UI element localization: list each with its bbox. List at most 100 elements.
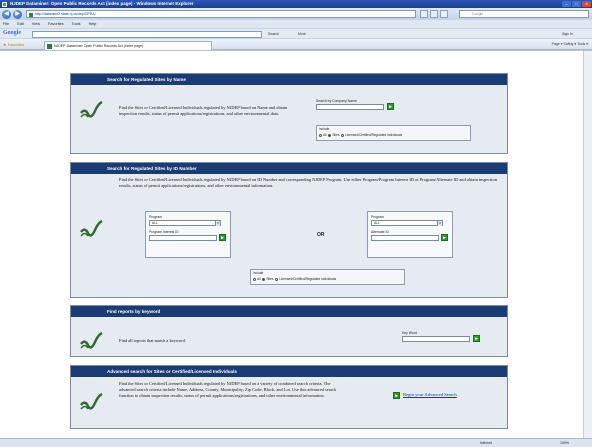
browser-tab[interactable]: NJDEP-Dataminer Open Public Records Act … — [44, 41, 212, 50]
close-button[interactable]: × — [582, 1, 591, 7]
google-toolbar: Google Search More Sign In — [0, 28, 592, 38]
program-label: Program — [371, 215, 385, 219]
section-body: Find all reports that match a keyword. K… — [71, 317, 507, 356]
include-label: Include — [319, 127, 330, 131]
keyword-section: Find reports by keyword Find all reports… — [70, 305, 508, 357]
company-name-input[interactable] — [316, 104, 384, 110]
vertical-scrollbar[interactable] — [583, 51, 592, 438]
zoom-level[interactable]: 100% — [560, 439, 569, 447]
window-title-bar: NJDEP Dataminer: Open Public Records Act… — [0, 0, 592, 8]
program-label: Program — [149, 215, 163, 219]
menu-tools[interactable]: Tools — [72, 22, 81, 26]
menu-file[interactable]: File — [3, 22, 9, 26]
maximize-button[interactable]: □ — [572, 1, 581, 7]
google-more-button[interactable]: More — [298, 31, 306, 38]
section-header: Advanced search for Sites or Certified/L… — [71, 366, 507, 377]
alternate-id-label: Alternate ID — [371, 230, 389, 234]
include-filter-box: Include All Sites Licensed/Certified/Reg… — [316, 125, 471, 141]
program-interest-panel: Program ALL ▾ Program Interest ID ▸ — [145, 211, 231, 258]
tab-favicon-icon — [47, 44, 52, 49]
include-sites-radio[interactable] — [328, 133, 332, 137]
include-options: All Sites Licensed/Certified/Regulated I… — [319, 133, 402, 137]
program-select[interactable]: ALL ▾ — [149, 220, 221, 226]
advanced-search-go-icon[interactable]: ▸ — [393, 392, 400, 399]
search-by-id-section: Search for Regulated Sites by ID Number … — [70, 162, 508, 298]
section-header: Search for Regulated Sites by Name — [71, 74, 507, 85]
include-individuals-radio[interactable] — [275, 277, 279, 281]
company-name-label: Search by Company Name — [316, 99, 357, 103]
address-bar-row: ◀ ▶ http://datamine2.state.nj.us/dep/OPR… — [0, 8, 592, 20]
search-provider-label: Google — [472, 12, 484, 16]
njdep-logo-icon — [80, 219, 103, 237]
include-sites-label: Sites — [266, 277, 274, 281]
google-search-button[interactable]: Search — [268, 31, 279, 38]
stop-icon[interactable] — [440, 10, 448, 18]
alternate-id-input[interactable] — [371, 235, 439, 241]
advanced-search-section: Advanced search for Sites or Certified/L… — [70, 365, 508, 429]
section-description: Find the Sites or Certified/Licensed Ind… — [119, 177, 497, 188]
search-by-name-section: Search for Regulated Sites by Name Find … — [70, 73, 508, 154]
menu-bar: File Edit View Favorites Tools Help — [0, 20, 592, 28]
address-url: http://datamine2.state.nj.us/dep/OPRA/ — [35, 12, 96, 16]
section-body: Find the Sites or Certified/Licensed Ind… — [71, 377, 507, 428]
alternate-id-panel: Program ALL ▾ Alternate ID ▸ — [367, 211, 453, 258]
include-sites-label: Sites — [332, 133, 340, 137]
ie-app-icon — [2, 1, 7, 7]
include-individuals-label: Licensed/Certified/Regulated Individuals — [345, 133, 403, 137]
include-label: Include — [253, 271, 264, 275]
section-description: Find the Sites or Certified/Licensed Ind… — [119, 381, 337, 398]
menu-view[interactable]: View — [32, 22, 40, 26]
favorites-label: Favorites — [7, 42, 25, 47]
page-content: Search for Regulated Sites by Name Find … — [0, 51, 592, 438]
menu-favorites[interactable]: Favorites — [48, 22, 64, 26]
include-options: All Sites Licensed/Certified/Regulated I… — [253, 277, 336, 281]
minimize-button[interactable]: – — [562, 1, 571, 7]
forward-button[interactable]: ▶ — [13, 9, 22, 19]
include-all-radio[interactable] — [253, 277, 256, 281]
google-sign-in[interactable]: Sign In — [562, 31, 573, 38]
address-field[interactable]: http://datamine2.state.nj.us/dep/OPRA/ — [26, 10, 416, 18]
section-body: Find the Sites or Certified/Licensed Ind… — [71, 174, 507, 297]
program-select-value: ALL — [152, 221, 158, 225]
program-select-value: ALL — [374, 221, 380, 225]
google-logo: Google — [3, 30, 21, 36]
include-sites-radio[interactable] — [262, 277, 266, 281]
favorites-star-icon[interactable]: ★ Favorites — [3, 42, 24, 47]
section-description: Find the Sites or Certified/Licensed Ind… — [119, 105, 288, 116]
include-all-label: All — [257, 277, 261, 281]
menu-help[interactable]: Help — [89, 22, 97, 26]
chevron-down-icon: ▾ — [215, 221, 220, 226]
section-description: Find all reports that match a keyword. — [119, 338, 186, 343]
alternate-id-go-button[interactable]: ▸ — [441, 234, 448, 241]
tab-title: NJDEP-Dataminer Open Public Records Act … — [54, 44, 144, 48]
or-label: OR — [317, 232, 325, 238]
menu-edit[interactable]: Edit — [17, 22, 24, 26]
refresh-icon[interactable] — [430, 10, 438, 18]
search-provider-input[interactable]: Google — [459, 10, 589, 18]
keyword-go-button[interactable]: ▸ — [473, 335, 480, 342]
back-button[interactable]: ◀ — [2, 9, 11, 19]
section-header: Search for Regulated Sites by ID Number — [71, 163, 507, 174]
advanced-search-link[interactable]: Begin your Advanced Search — [403, 392, 457, 397]
include-individuals-label: Licensed/Certified/Regulated Individuals — [279, 277, 337, 281]
google-search-input[interactable] — [32, 30, 262, 38]
command-bar[interactable]: Page ▾ Safety ▾ Tools ▾ — [552, 42, 588, 46]
keyword-label: Key Word — [402, 331, 417, 335]
keyword-input[interactable] — [402, 336, 470, 342]
include-filter-box: Include All Sites Licensed/Certified/Reg… — [250, 269, 405, 285]
include-all-radio[interactable] — [319, 133, 322, 137]
favorites-tab-bar: ★ Favorites NJDEP-Dataminer Open Public … — [0, 38, 592, 50]
status-bar: Internet 100% — [0, 438, 592, 447]
program-interest-id-input[interactable] — [149, 235, 217, 241]
address-dropdown-icon[interactable] — [420, 10, 428, 18]
company-search-go-button[interactable]: ▸ — [387, 103, 394, 110]
site-icon — [29, 12, 33, 17]
njdep-logo-icon — [80, 331, 103, 349]
program-interest-go-button[interactable]: ▸ — [219, 234, 226, 241]
include-all-label: All — [323, 133, 327, 137]
chevron-down-icon: ▾ — [437, 221, 442, 226]
section-header: Find reports by keyword — [71, 306, 507, 317]
include-individuals-radio[interactable] — [341, 133, 345, 137]
program-select-alternate[interactable]: ALL ▾ — [371, 220, 443, 226]
window-controls: – □ × — [562, 1, 591, 7]
